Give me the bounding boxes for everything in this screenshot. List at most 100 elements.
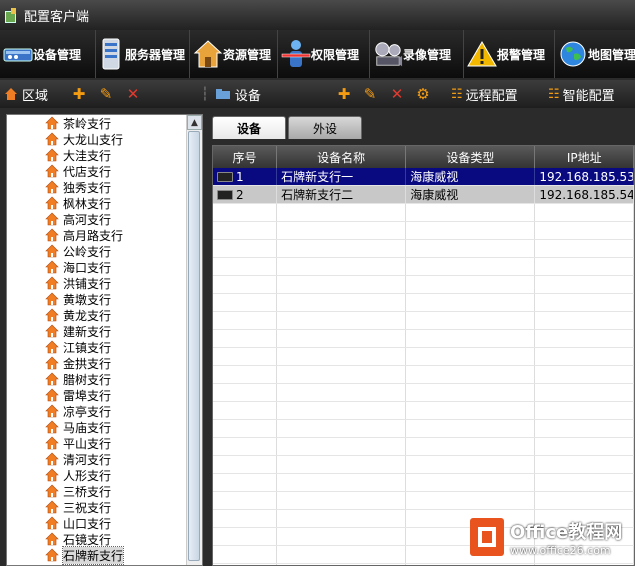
branch-house-icon (45, 468, 59, 482)
settings-gear-icon[interactable]: ⚙ (414, 85, 432, 103)
watermark-brand: Office教程网 (510, 521, 623, 543)
branch-house-icon (45, 308, 59, 322)
empty-table-row (213, 456, 634, 474)
empty-table-row (213, 420, 634, 438)
tree-item[interactable]: 茶岭支行 (7, 115, 187, 131)
tree-item-label: 清河支行 (63, 452, 112, 467)
toolbar-recording-management-button[interactable]: 录像管理 (370, 30, 464, 78)
empty-table-row (213, 258, 634, 276)
tree-item[interactable]: 大龙山支行 (7, 131, 187, 147)
tree-item[interactable]: 凉亭支行 (7, 403, 187, 419)
tree-item[interactable]: 代店支行 (7, 163, 187, 179)
tree-item-label: 马庙支行 (63, 420, 112, 435)
tree-item-label: 海口支行 (63, 260, 112, 275)
device-folder-icon (215, 88, 231, 100)
tree-item[interactable]: 山口支行 (7, 515, 187, 531)
tree-item[interactable]: 腊树支行 (7, 371, 187, 387)
device-panel: 设备 外设 序号 设备名称 设备类型 IP地址 1 石牌新支行一 海康威视 19… (207, 108, 635, 566)
film-reel-icon (373, 37, 403, 71)
empty-table-row (213, 384, 634, 402)
tree-item[interactable]: 公岭支行 (7, 243, 187, 259)
tree-item[interactable]: 建新支行 (7, 323, 187, 339)
main-toolbar: 设备管理 服务器管理 资源管理 权限管理 录像管理 报警管理 地图管理 (0, 30, 635, 78)
remote-config-button[interactable]: ☷ 远程配置 (451, 85, 518, 104)
branch-house-icon (45, 436, 59, 450)
header-device-type[interactable]: 设备类型 (406, 146, 536, 168)
area-title: 区域 (22, 88, 49, 104)
header-ip[interactable]: IP地址 (535, 146, 634, 168)
empty-table-row (213, 348, 634, 366)
tree-item-label: 腊树支行 (63, 372, 112, 387)
tree-item[interactable]: 平山支行 (7, 435, 187, 451)
scroll-thumb[interactable] (188, 131, 200, 561)
toolbar-permission-management-button[interactable]: 权限管理 (278, 30, 370, 78)
tree-item[interactable]: 黄墩支行 (7, 291, 187, 307)
add-area-icon[interactable]: ✚ (70, 85, 88, 103)
tree-item-label: 人形支行 (63, 468, 112, 483)
tree-item-label: 公岭支行 (63, 244, 112, 259)
branch-house-icon (45, 516, 59, 530)
empty-table-row (213, 438, 634, 456)
tree-item[interactable]: 海口支行 (7, 259, 187, 275)
branch-house-icon (45, 484, 59, 498)
tree-item[interactable]: 高月路支行 (7, 227, 187, 243)
tree-item-label: 代店支行 (63, 164, 112, 179)
header-no[interactable]: 序号 (213, 146, 278, 168)
device-icon (3, 37, 33, 71)
add-device-icon[interactable]: ✚ (335, 85, 353, 103)
tree-item[interactable]: 石牌新支行 (7, 545, 187, 565)
branch-house-icon (45, 340, 59, 354)
toolbar-alarm-management-button[interactable]: 报警管理 (464, 30, 555, 78)
toolbar-device-management-button[interactable]: 设备管理 (0, 30, 96, 78)
tree-item[interactable]: 黄龙支行 (7, 307, 187, 323)
header-device-name[interactable]: 设备名称 (277, 146, 407, 168)
tree-item[interactable]: 江镇支行 (7, 339, 187, 355)
device-row-icon (217, 189, 233, 200)
title-bar: 配置客户端 (0, 0, 635, 30)
edit-area-icon[interactable]: ✎ (97, 85, 115, 103)
branch-house-icon (45, 356, 59, 370)
empty-table-row (213, 366, 634, 384)
tree-item-label: 石镜支行 (63, 532, 112, 547)
tree-item[interactable]: 高河支行 (7, 211, 187, 227)
branch-house-icon (45, 324, 59, 338)
branch-house-icon (45, 500, 59, 514)
globe-icon (558, 37, 588, 71)
tree-item[interactable]: 独秀支行 (7, 179, 187, 195)
tree-item[interactable]: 清河支行 (7, 451, 187, 467)
toolbar-server-management-button[interactable]: 服务器管理 (96, 30, 190, 78)
area-header: 区域 (4, 80, 48, 108)
tree-item[interactable]: 人形支行 (7, 467, 187, 483)
tree-item[interactable]: 雷埠支行 (7, 387, 187, 403)
toolbar-resource-management-button[interactable]: 资源管理 (190, 30, 278, 78)
tree-item-label: 大洼支行 (63, 148, 112, 163)
tree-item[interactable]: 金拱支行 (7, 355, 187, 371)
delete-device-icon[interactable]: ✕ (388, 85, 406, 103)
tree-item[interactable]: 洪铺支行 (7, 275, 187, 291)
tree-item[interactable]: 三祝支行 (7, 499, 187, 515)
delete-area-icon[interactable]: ✕ (124, 85, 142, 103)
smart-config-button[interactable]: ☷ 智能配置 (548, 85, 615, 104)
empty-table-row (213, 222, 634, 240)
branch-house-icon (45, 228, 59, 242)
tree-item[interactable]: 枫林支行 (7, 195, 187, 211)
tree-item-label: 三桥支行 (63, 484, 112, 499)
toolbar-map-management-button[interactable]: 地图管理 (555, 30, 635, 78)
edit-device-icon[interactable]: ✎ (361, 85, 379, 103)
remote-config-label: 远程配置 (465, 88, 518, 104)
tree-item[interactable]: 马庙支行 (7, 419, 187, 435)
branch-house-icon (45, 404, 59, 418)
watermark-url: www.office26.com (510, 543, 611, 557)
empty-table-row (213, 402, 634, 420)
branch-house-icon (45, 164, 59, 178)
empty-table-row (213, 312, 634, 330)
table-row[interactable]: 2 石牌新支行二 海康威视 192.168.185.54 (213, 186, 634, 204)
tree-item[interactable]: 大洼支行 (7, 147, 187, 163)
tree-item[interactable]: 三桥支行 (7, 483, 187, 499)
tab-peripherals[interactable]: 外设 (288, 116, 363, 139)
tree-scrollbar[interactable]: ▲ (186, 115, 202, 565)
tab-devices[interactable]: 设备 (212, 116, 287, 139)
tree-item[interactable]: 石镜支行 (7, 531, 187, 547)
table-row[interactable]: 1 石牌新支行一 海康威视 192.168.185.53 (213, 168, 634, 186)
scroll-up-icon[interactable]: ▲ (187, 115, 202, 130)
